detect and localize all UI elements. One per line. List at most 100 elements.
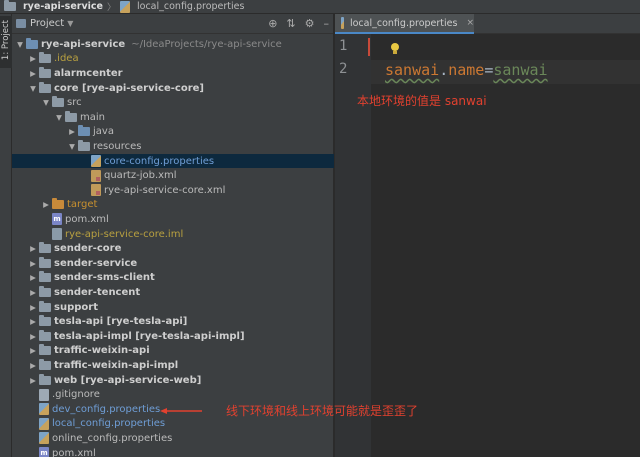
tree-item[interactable]: ▶ target [12, 198, 334, 213]
tree-item[interactable]: rye-api-service-core.iml [12, 227, 334, 242]
annotation-tree-note: 线下环境和线上环境可能就是歪歪了 [226, 404, 419, 418]
panel-toolbar: ⊕ ⇅ ⚙ – [268, 17, 329, 30]
tree-item[interactable]: ▶ sender-sms-client [12, 271, 334, 286]
tree-item[interactable]: ▼ resources [12, 139, 334, 154]
tree-item-label: online_config.properties [52, 432, 173, 444]
expand-right-icon[interactable]: ▶ [28, 376, 38, 385]
expand-right-icon[interactable]: ▶ [28, 244, 38, 253]
expand-down-icon[interactable]: ▼ [15, 40, 25, 49]
tree-item-label: target [67, 199, 98, 211]
tree-item-label: sender-sms-client [54, 272, 155, 284]
tree-item[interactable]: m pom.xml [12, 212, 334, 227]
locate-icon[interactable]: ⊕ [268, 17, 277, 30]
tree-item-label: tesla-api-impl [rye-tesla-api-impl] [54, 330, 245, 342]
tab-local-config[interactable]: local_config.properties × [335, 14, 474, 34]
tree-item-label: sender-core [54, 243, 122, 255]
folder-icon [39, 66, 51, 78]
tree-item-label: .gitignore [52, 389, 100, 401]
tree-item[interactable]: .gitignore [12, 387, 334, 402]
tree-item[interactable]: ▼ core [rye-api-service-core] [12, 81, 334, 96]
hide-icon[interactable]: – [324, 17, 330, 30]
tree-item[interactable]: ▶ sender-tencent [12, 285, 334, 300]
expand-right-icon[interactable]: ▶ [28, 273, 38, 282]
expand-right-icon[interactable]: ▶ [28, 317, 38, 326]
module-file-icon [52, 228, 62, 241]
breadcrumb-project[interactable]: rye-api-service [23, 1, 103, 12]
folder-icon [78, 139, 90, 151]
folder-icon [52, 96, 64, 108]
tree-item-label: traffic-weixin-api-impl [54, 359, 179, 371]
tree-item[interactable]: ▶ traffic-weixin-api-impl [12, 358, 334, 373]
tree-item[interactable]: ▶ web [rye-api-service-web] [12, 373, 334, 388]
tool-tab-project[interactable]: 1: Project [0, 16, 12, 68]
expand-down-icon[interactable]: ▼ [41, 98, 51, 107]
tree-item-label: main [80, 111, 105, 123]
folder-icon [39, 315, 51, 327]
code-key-a: sanwai [385, 61, 440, 79]
tree-item[interactable]: ▼ src [12, 95, 334, 110]
tree-item[interactable]: ▶ alarmcenter [12, 66, 334, 81]
expand-right-icon[interactable]: ▶ [28, 361, 38, 370]
excluded-folder-icon [52, 198, 64, 210]
tree-item[interactable]: ▶ sender-core [12, 241, 334, 256]
source-folder-icon [26, 37, 38, 49]
expand-right-icon[interactable]: ▶ [28, 332, 38, 341]
breadcrumb-file[interactable]: local_config.properties [137, 1, 244, 12]
tree-item[interactable]: m pom.xml [12, 446, 334, 457]
tool-window-strip: 1: Project [0, 14, 12, 457]
tree-item[interactable]: quartz-job.xml [12, 168, 334, 183]
expand-right-icon[interactable]: ▶ [28, 259, 38, 268]
chevron-down-icon[interactable]: ▼ [67, 19, 73, 28]
source-folder-icon [78, 125, 90, 137]
expand-right-icon[interactable]: ▶ [28, 69, 38, 78]
tree-item-path: ~/IdeaProjects/rye-api-service [131, 38, 282, 50]
folder-icon [39, 329, 51, 341]
expand-right-icon[interactable]: ▶ [28, 303, 38, 312]
expand-right-icon[interactable]: ▶ [28, 54, 38, 63]
expand-down-icon[interactable]: ▼ [28, 84, 38, 93]
properties-file-icon [91, 155, 101, 168]
tree-item[interactable]: online_config.properties [12, 431, 334, 446]
expand-right-icon[interactable]: ▶ [41, 200, 51, 209]
code-dot: . [439, 61, 449, 79]
properties-file-icon [120, 0, 130, 13]
line-number: 2 [339, 61, 348, 77]
tree-item[interactable]: ▶ support [12, 300, 334, 315]
folder-icon [39, 373, 51, 385]
tree-item[interactable]: ▶ .idea [12, 52, 334, 67]
tree-item[interactable]: ▶ java [12, 125, 334, 140]
code-key-b: name [448, 61, 485, 79]
tree-item[interactable]: core-config.properties [12, 153, 334, 169]
expand-right-icon[interactable]: ▶ [28, 346, 38, 355]
tree-item-label: dev_config.properties [52, 403, 161, 415]
lightbulb-icon[interactable] [390, 43, 400, 55]
expand-right-icon[interactable]: ▶ [28, 288, 38, 297]
close-icon[interactable]: × [466, 18, 474, 28]
tree-item[interactable]: ▶ sender-service [12, 256, 334, 271]
tool-tab-project-label: 1: Project [1, 20, 11, 61]
tree-item[interactable]: ▼ main [12, 110, 334, 125]
project-panel-header: Project ▼ ⊕ ⇅ ⚙ – [12, 14, 333, 34]
tree-item-label: local_config.properties [52, 418, 166, 430]
code-value: sanwai [493, 61, 548, 79]
collapse-icon[interactable]: ⇅ [286, 17, 295, 30]
tree-item[interactable]: ▶ tesla-api-impl [rye-tesla-api-impl] [12, 329, 334, 344]
line-number: 1 [339, 38, 348, 54]
tree-item-label: pom.xml [65, 213, 109, 225]
tree-item[interactable]: ▼ rye-api-service ~/IdeaProjects/rye-api-s… [12, 37, 334, 52]
folder-icon [39, 52, 51, 64]
expand-down-icon[interactable]: ▼ [54, 113, 64, 122]
folder-icon [39, 256, 51, 268]
expand-right-icon[interactable]: ▶ [67, 127, 77, 136]
tree-item-label: core [rye-api-service-core] [54, 82, 204, 94]
project-view-selector[interactable]: Project [30, 18, 64, 29]
tree-item-label: support [54, 301, 98, 313]
expand-down-icon[interactable]: ▼ [67, 142, 77, 151]
tree-item[interactable]: ▶ tesla-api [rye-tesla-api] [12, 314, 334, 329]
tree-item[interactable]: ▶ traffic-weixin-api [12, 344, 334, 359]
annotation-arrow-icon [160, 408, 202, 414]
code-line-2[interactable]: sanwai.name=sanwai [385, 61, 548, 79]
gear-icon[interactable]: ⚙ [305, 17, 315, 30]
tree-item[interactable]: rye-api-service-core.xml [12, 183, 334, 198]
editor-area: local_config.properties × 1 2 sanwai.nam… [335, 14, 640, 457]
